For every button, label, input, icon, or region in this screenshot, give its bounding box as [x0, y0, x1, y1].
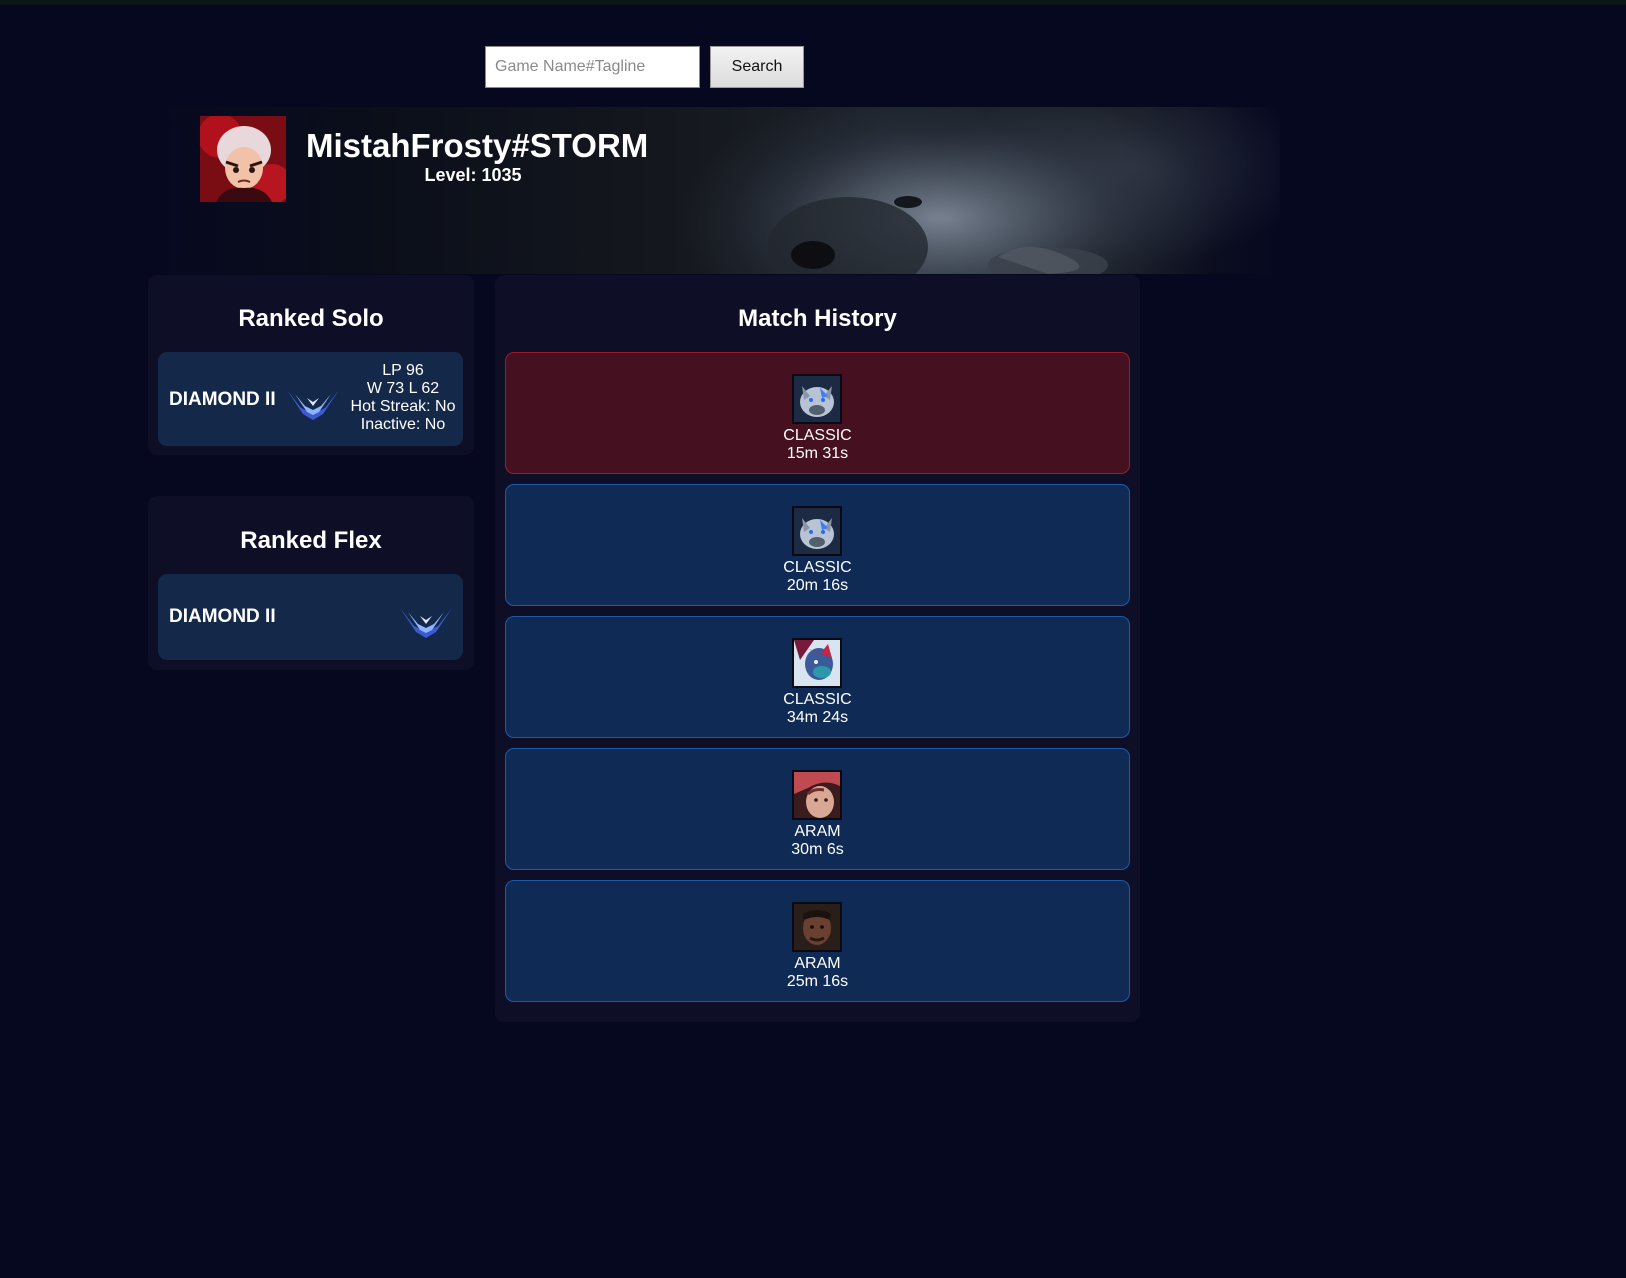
diamond-emblem-icon [400, 608, 452, 638]
white-wolf-champion-icon [792, 506, 842, 556]
ranked-solo-title: Ranked Solo [238, 305, 384, 332]
match-history-title: Match History [738, 305, 897, 332]
diamond-emblem-icon [287, 390, 339, 420]
match-card[interactable]: CLASSIC 15m 31s [505, 352, 1130, 474]
match-card[interactable]: ARAM 25m 16s [505, 880, 1130, 1002]
ranked-solo-record: W 73 L 62 [366, 380, 440, 397]
search-button[interactable]: Search [710, 46, 804, 88]
summoner-name: MistahFrosty#STORM [306, 127, 649, 164]
troll-champion-icon [792, 638, 842, 688]
match-mode: ARAM [794, 955, 841, 972]
ranked-solo-hot-streak: Hot Streak: No [350, 398, 456, 415]
match-duration: 15m 31s [786, 445, 849, 462]
ranked-flex-title: Ranked Flex [240, 527, 382, 554]
red-haired-champion-icon [792, 770, 842, 820]
match-mode: CLASSIC [783, 427, 852, 444]
ranked-solo-tier: DIAMOND II [169, 389, 276, 410]
match-duration: 34m 24s [786, 709, 849, 726]
ranked-solo-lp: LP 96 [382, 362, 424, 379]
ranked-flex-tier: DIAMOND II [169, 606, 276, 627]
top-border [0, 0, 1626, 5]
ranked-solo-stats: LP 96 W 73 L 62 Hot Streak: No Inactive:… [342, 362, 464, 434]
search-input[interactable] [485, 46, 700, 88]
dark-champion-icon [792, 902, 842, 952]
match-card[interactable]: CLASSIC 20m 16s [505, 484, 1130, 606]
match-history-panel: Match History CLASSIC 15m 31s CLASSIC 20… [495, 275, 1140, 1022]
ranked-flex-card: DIAMOND II [158, 574, 463, 660]
match-duration: 20m 16s [786, 577, 849, 594]
match-mode: CLASSIC [783, 559, 852, 576]
match-card[interactable]: CLASSIC 34m 24s [505, 616, 1130, 738]
summoner-avatar [200, 116, 286, 202]
match-card[interactable]: ARAM 30m 6s [505, 748, 1130, 870]
match-duration: 30m 6s [791, 841, 844, 858]
ranked-flex-panel: Ranked Flex DIAMOND II [148, 496, 474, 670]
ranked-solo-inactive: Inactive: No [360, 416, 446, 433]
white-wolf-champion-icon [792, 374, 842, 424]
profile-banner: MistahFrosty#STORM Level: 1035 [148, 107, 1280, 274]
ranked-solo-panel: Ranked Solo DIAMOND II LP 96 W 73 L 62 H… [148, 275, 474, 455]
match-duration: 25m 16s [786, 973, 849, 990]
match-mode: CLASSIC [783, 691, 852, 708]
match-mode: ARAM [794, 823, 841, 840]
ranked-solo-card: DIAMOND II LP 96 W 73 L 62 Hot Streak: N… [158, 352, 463, 446]
summoner-level: Level: 1035 [424, 165, 522, 185]
